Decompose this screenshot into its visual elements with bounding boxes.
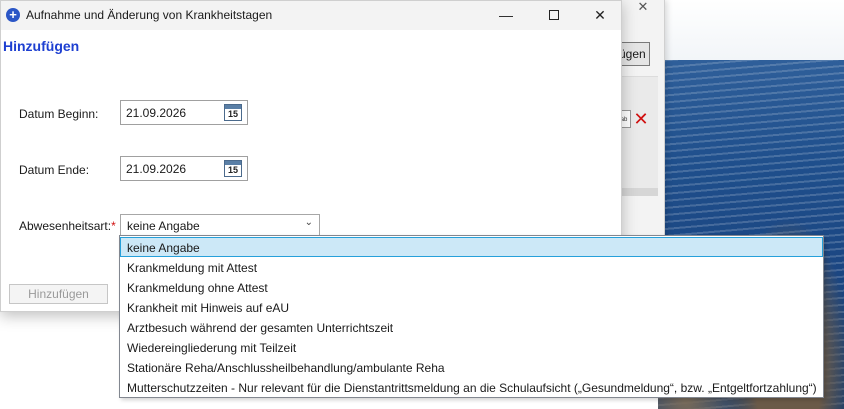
absence-type-label: Abwesenheitsart:* xyxy=(19,219,116,233)
end-date-value: 21.09.2026 xyxy=(126,162,187,176)
absence-type-value: keine Angabe xyxy=(127,219,200,233)
minimize-button[interactable]: — xyxy=(483,1,529,30)
start-date-value: 21.09.2026 xyxy=(126,106,187,120)
absence-type-dropdown-list[interactable]: keine Angabe Krankmeldung mit Attest Krank… xyxy=(119,235,824,398)
chevron-down-icon: ⌄ xyxy=(304,217,313,228)
close-button[interactable]: ✕ xyxy=(577,1,623,30)
app-plus-icon: + xyxy=(6,8,20,22)
end-date-field[interactable]: 21.09.2026 15 xyxy=(120,156,248,181)
maximize-icon xyxy=(549,10,559,21)
background-delete-icon[interactable]: ✕ xyxy=(632,110,650,128)
required-marker: * xyxy=(111,219,116,233)
dropdown-option[interactable]: Mutterschutzzeiten - Nur relevant für di… xyxy=(120,377,823,397)
dropdown-option[interactable]: Krankmeldung mit Attest xyxy=(120,257,823,277)
maximize-button[interactable] xyxy=(531,1,577,30)
add-button[interactable]: Hinzufügen xyxy=(9,284,108,304)
calendar-icon[interactable]: 15 xyxy=(224,160,242,177)
dropdown-option[interactable]: Arztbesuch während der gesamten Unterric… xyxy=(120,317,823,337)
start-date-field[interactable]: 21.09.2026 15 xyxy=(120,100,248,125)
end-date-label: Datum Ende: xyxy=(19,163,90,177)
start-date-label: Datum Beginn: xyxy=(19,107,99,121)
title-bar[interactable]: + Aufnahme und Änderung von Krankheitsta… xyxy=(1,1,621,30)
desktop-background-sky xyxy=(658,0,844,60)
calendar-icon[interactable]: 15 xyxy=(224,104,242,121)
background-window-close-icon[interactable]: ✕ xyxy=(628,0,658,14)
dropdown-option[interactable]: Krankmeldung ohne Attest xyxy=(120,277,823,297)
page-title: Hinzufügen xyxy=(3,38,80,54)
dropdown-option[interactable]: keine Angabe xyxy=(120,237,823,257)
dropdown-option[interactable]: Wiedereingliederung mit Teilzeit xyxy=(120,337,823,357)
absence-type-select[interactable]: keine Angabe ⌄ xyxy=(120,214,320,236)
dropdown-option[interactable]: Stationäre Reha/Anschlussheilbehandlung/… xyxy=(120,357,823,377)
dropdown-option[interactable]: Krankheit mit Hinweis auf eAU xyxy=(120,297,823,317)
window-title: Aufnahme und Änderung von Krankheitstage… xyxy=(26,8,273,22)
